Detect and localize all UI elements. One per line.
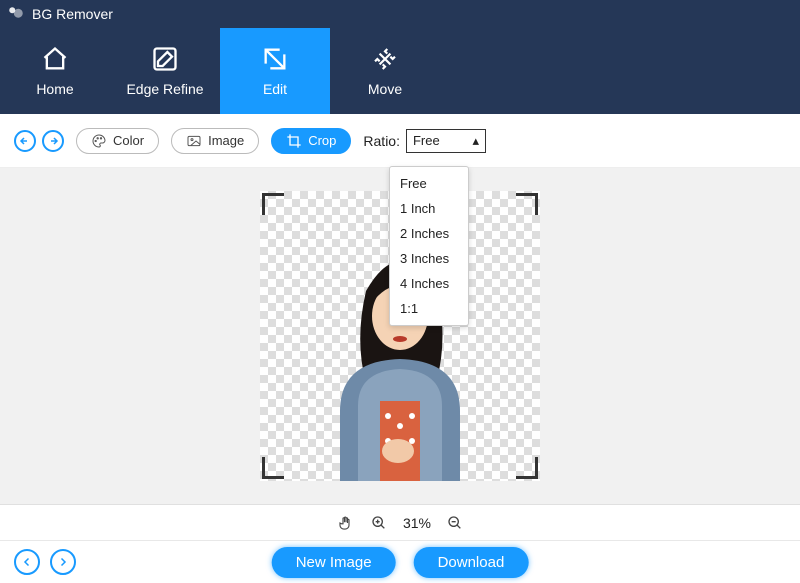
color-label: Color [113, 133, 144, 148]
dropdown-arrow-icon: ▴ [472, 133, 479, 149]
palette-icon [91, 133, 107, 149]
ratio-select[interactable]: Free ▴ [406, 129, 486, 153]
zoom-in-button[interactable] [371, 515, 387, 531]
titlebar: BG Remover [0, 0, 800, 28]
edit-icon [261, 45, 289, 73]
crop-handle-br[interactable] [516, 457, 538, 479]
crop-icon [286, 133, 302, 149]
zoom-bar: 31% [0, 505, 800, 541]
edge-refine-icon [151, 45, 179, 73]
next-image-button[interactable] [50, 549, 76, 575]
zoom-value: 31% [403, 515, 431, 531]
nav-label: Edit [263, 81, 287, 97]
crop-handle-tl[interactable] [262, 193, 284, 215]
nav-label: Edge Refine [126, 81, 203, 97]
zoom-in-icon [371, 515, 387, 531]
ratio-selected-value: Free [413, 133, 440, 148]
crop-handle-bl[interactable] [262, 457, 284, 479]
redo-button[interactable] [42, 130, 64, 152]
pan-button[interactable] [337, 514, 355, 532]
edit-toolbar: Color Image Crop Ratio: Free ▴ Free 1 In… [0, 114, 800, 168]
image-icon [186, 133, 202, 149]
chevron-left-icon [21, 556, 33, 568]
app-title: BG Remover [32, 6, 113, 22]
nav-label: Move [368, 81, 402, 97]
nav-home[interactable]: Home [0, 28, 110, 114]
ratio-option[interactable]: 1 Inch [390, 196, 468, 221]
color-button[interactable]: Color [76, 128, 159, 154]
ratio-option[interactable]: 4 Inches [390, 271, 468, 296]
hand-icon [337, 514, 355, 532]
nav-edit[interactable]: Edit [220, 28, 330, 114]
app-logo-icon [6, 4, 26, 24]
nav-edge-refine[interactable]: Edge Refine [110, 28, 220, 114]
zoom-out-icon [447, 515, 463, 531]
ratio-option[interactable]: 2 Inches [390, 221, 468, 246]
zoom-out-button[interactable] [447, 515, 463, 531]
image-label: Image [208, 133, 244, 148]
main-nav: Home Edge Refine Edit Move [0, 28, 800, 114]
crop-button[interactable]: Crop [271, 128, 351, 154]
home-icon [41, 45, 69, 73]
ratio-option[interactable]: 1:1 [390, 296, 468, 321]
ratio-option[interactable]: Free [390, 171, 468, 196]
undo-button[interactable] [14, 130, 36, 152]
download-button[interactable]: Download [414, 547, 529, 578]
prev-image-button[interactable] [14, 549, 40, 575]
nav-label: Home [36, 81, 73, 97]
crop-label: Crop [308, 133, 336, 148]
crop-handle-tr[interactable] [516, 193, 538, 215]
move-icon [371, 45, 399, 73]
ratio-dropdown: Free 1 Inch 2 Inches 3 Inches 4 Inches 1… [389, 166, 469, 326]
ratio-option[interactable]: 3 Inches [390, 246, 468, 271]
chevron-right-icon [57, 556, 69, 568]
new-image-button[interactable]: New Image [272, 547, 396, 578]
footer: New Image Download [0, 541, 800, 583]
nav-move[interactable]: Move [330, 28, 440, 114]
image-button[interactable]: Image [171, 128, 259, 154]
ratio-label: Ratio: [363, 133, 400, 149]
